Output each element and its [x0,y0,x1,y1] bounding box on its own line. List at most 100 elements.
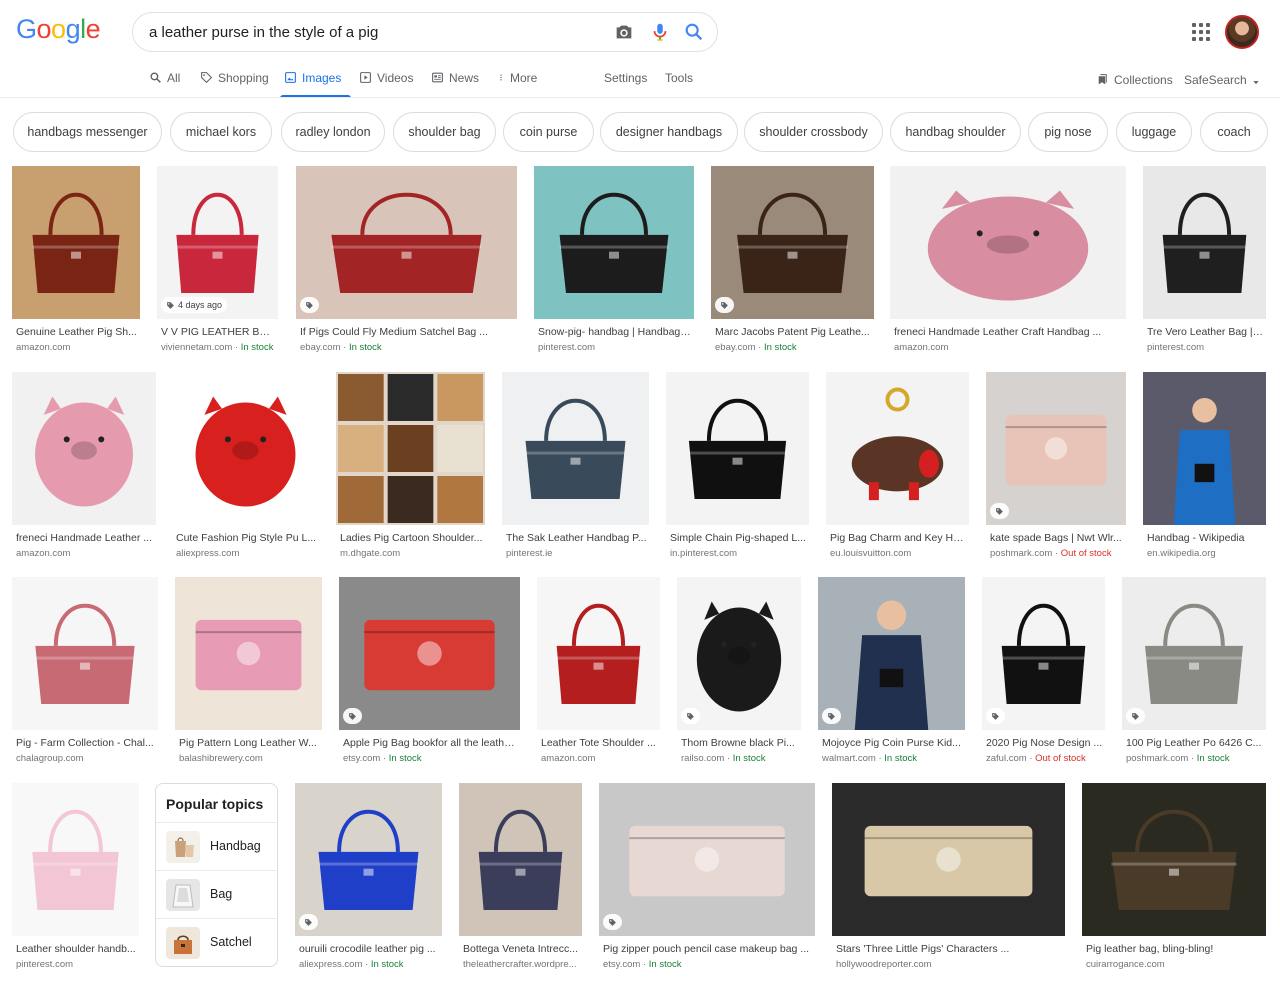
image-result[interactable]: Ladies Pig Cartoon Shoulder... m.dhgate.c… [336,372,485,575]
result-thumbnail[interactable] [1143,166,1266,319]
result-title[interactable]: 100 Pig Leather Po 6426 C... [1126,737,1264,749]
result-title[interactable]: Pig Pattern Long Leather W... [179,737,320,749]
result-thumbnail[interactable] [818,577,965,730]
tab-shopping[interactable]: Shopping [200,68,269,98]
result-thumbnail[interactable] [599,783,815,936]
result-title[interactable]: freneci Handmade Leather ... [16,532,154,544]
result-title[interactable]: Bottega Veneta Intrecc... [463,943,580,955]
result-title[interactable]: Thom Browne black Pi... [681,737,799,749]
image-result[interactable]: Leather Tote Shoulder ... amazon.com [537,577,660,780]
image-result[interactable]: The Sak Leather Handbag P... pinterest.ie [502,372,649,575]
result-title[interactable]: Pig leather bag, bling-bling! [1086,943,1264,955]
result-thumbnail[interactable] [336,372,485,525]
image-result[interactable]: freneci Handmade Leather Craft Handbag .… [890,166,1126,369]
related-chip[interactable]: radley london [281,112,385,152]
image-result[interactable]: Thom Browne black Pi... railso.com · In s… [677,577,801,780]
result-title[interactable]: Pig Bag Charm and Key Hol... [830,532,967,544]
image-result[interactable]: Stars 'Three Little Pigs' Characters ...… [832,783,1065,983]
result-title[interactable]: Snow-pig- handbag | Handbag, ... [538,326,692,338]
result-thumbnail[interactable] [339,577,520,730]
result-title[interactable]: kate spade Bags | Nwt Wlr... [990,532,1124,544]
image-result[interactable]: Marc Jacobs Patent Pig Leathe... ebay.com… [711,166,874,369]
result-title[interactable]: Simple Chain Pig-shaped L... [670,532,807,544]
related-chip[interactable]: shoulder crossbody [744,112,883,152]
result-thumbnail[interactable] [172,372,319,525]
search-box[interactable] [132,12,718,52]
result-thumbnail[interactable] [459,783,582,936]
safesearch-dropdown[interactable]: SafeSearch [1184,70,1260,100]
image-result[interactable]: Pig - Farm Collection - Chal... chalagrou… [12,577,158,780]
image-result[interactable]: kate spade Bags | Nwt Wlr... poshmark.com… [986,372,1126,575]
related-chip[interactable]: shoulder bag [393,112,496,152]
result-title[interactable]: Cute Fashion Pig Style Pu L... [176,532,317,544]
image-result[interactable]: Handbag - Wikipedia en.wikipedia.org [1143,372,1266,575]
result-title[interactable]: Pig zipper pouch pencil case makeup bag … [603,943,813,955]
result-title[interactable]: Leather Tote Shoulder ... [541,737,658,749]
apps-icon[interactable] [1192,23,1210,41]
result-thumbnail[interactable] [890,166,1126,319]
search-icon[interactable] [683,21,705,43]
result-title[interactable]: Marc Jacobs Patent Pig Leathe... [715,326,872,338]
settings-link[interactable]: Settings [604,68,647,98]
result-title[interactable]: V V PIG LEATHER BAG ... [161,326,276,338]
tab-news[interactable]: News [431,68,479,98]
result-thumbnail[interactable] [12,577,158,730]
result-thumbnail[interactable] [295,783,442,936]
result-title[interactable]: 2020 Pig Nose Design ... [986,737,1103,749]
result-title[interactable]: Pig - Farm Collection - Chal... [16,737,156,749]
result-thumbnail[interactable] [502,372,649,525]
tools-link[interactable]: Tools [665,68,693,98]
result-title[interactable]: Tre Vero Leather Bag | ... [1147,326,1264,338]
topic-handbag[interactable]: Handbag [156,822,277,870]
image-result[interactable]: Pig leather bag, bling-bling! cuirarrogan… [1082,783,1266,983]
result-thumbnail[interactable] [534,166,694,319]
result-thumbnail[interactable] [12,372,156,525]
tab-all[interactable]: All [149,68,180,98]
result-thumbnail[interactable] [537,577,660,730]
image-result[interactable]: freneci Handmade Leather ... amazon.com [12,372,156,575]
result-title[interactable]: The Sak Leather Handbag P... [506,532,647,544]
camera-icon[interactable] [613,21,635,43]
result-title[interactable]: ouruili crocodile leather pig ... [299,943,440,955]
image-result[interactable]: Simple Chain Pig-shaped L... in.pinterest… [666,372,809,575]
avatar[interactable] [1225,15,1259,49]
result-thumbnail[interactable] [982,577,1105,730]
result-title[interactable]: freneci Handmade Leather Craft Handbag .… [894,326,1124,338]
image-result[interactable]: 4 days ago V V PIG LEATHER BAG ... vivienn… [157,166,278,369]
image-result[interactable]: Mojoyce Pig Coin Purse Kid... walmart.com… [818,577,965,780]
image-result[interactable]: Snow-pig- handbag | Handbag, ... pinteres… [534,166,694,369]
related-chip[interactable]: luggage [1116,112,1192,152]
result-title[interactable]: Leather shoulder handb... [16,943,137,955]
result-thumbnail[interactable] [296,166,517,319]
result-title[interactable]: Apple Pig Bag bookfor all the leathe... [343,737,518,749]
image-result[interactable]: Leather shoulder handb... pinterest.com [12,783,139,983]
related-chip[interactable]: handbag shoulder [890,112,1021,152]
result-thumbnail[interactable] [1122,577,1266,730]
image-result[interactable]: Apple Pig Bag bookfor all the leathe... e… [339,577,520,780]
search-input[interactable] [149,13,599,51]
related-chip[interactable]: designer handbags [600,112,738,152]
image-result[interactable]: If Pigs Could Fly Medium Satchel Bag ...… [296,166,517,369]
result-thumbnail[interactable] [677,577,801,730]
image-result[interactable]: Genuine Leather Pig Sh... amazon.com [12,166,140,369]
result-thumbnail[interactable] [1143,372,1266,525]
image-result[interactable]: Bottega Veneta Intrecc... theleathercraft… [459,783,582,983]
image-result[interactable]: Tre Vero Leather Bag | ... pinterest.com [1143,166,1266,369]
result-title[interactable]: Stars 'Three Little Pigs' Characters ... [836,943,1063,955]
result-thumbnail[interactable] [12,166,140,319]
tab-videos[interactable]: Videos [359,68,413,98]
related-chip[interactable]: handbags messenger [13,112,162,152]
result-thumbnail[interactable] [12,783,139,936]
topic-bag[interactable]: Bag [156,870,277,918]
image-result[interactable]: Pig Pattern Long Leather W... balashibrew… [175,577,322,780]
image-result[interactable]: 2020 Pig Nose Design ... zaful.com · Out … [982,577,1105,780]
related-chip[interactable]: michael kors [170,112,272,152]
result-title[interactable]: If Pigs Could Fly Medium Satchel Bag ... [300,326,515,338]
result-title[interactable]: Handbag - Wikipedia [1147,532,1264,544]
tab-more[interactable]: More [497,68,537,98]
related-chip[interactable]: pig nose [1028,112,1108,152]
result-thumbnail[interactable] [1082,783,1266,936]
image-result[interactable]: Pig Bag Charm and Key Hol... eu.louisvuit… [826,372,969,575]
result-thumbnail[interactable] [986,372,1126,525]
topic-satchel[interactable]: Satchel [156,918,277,966]
